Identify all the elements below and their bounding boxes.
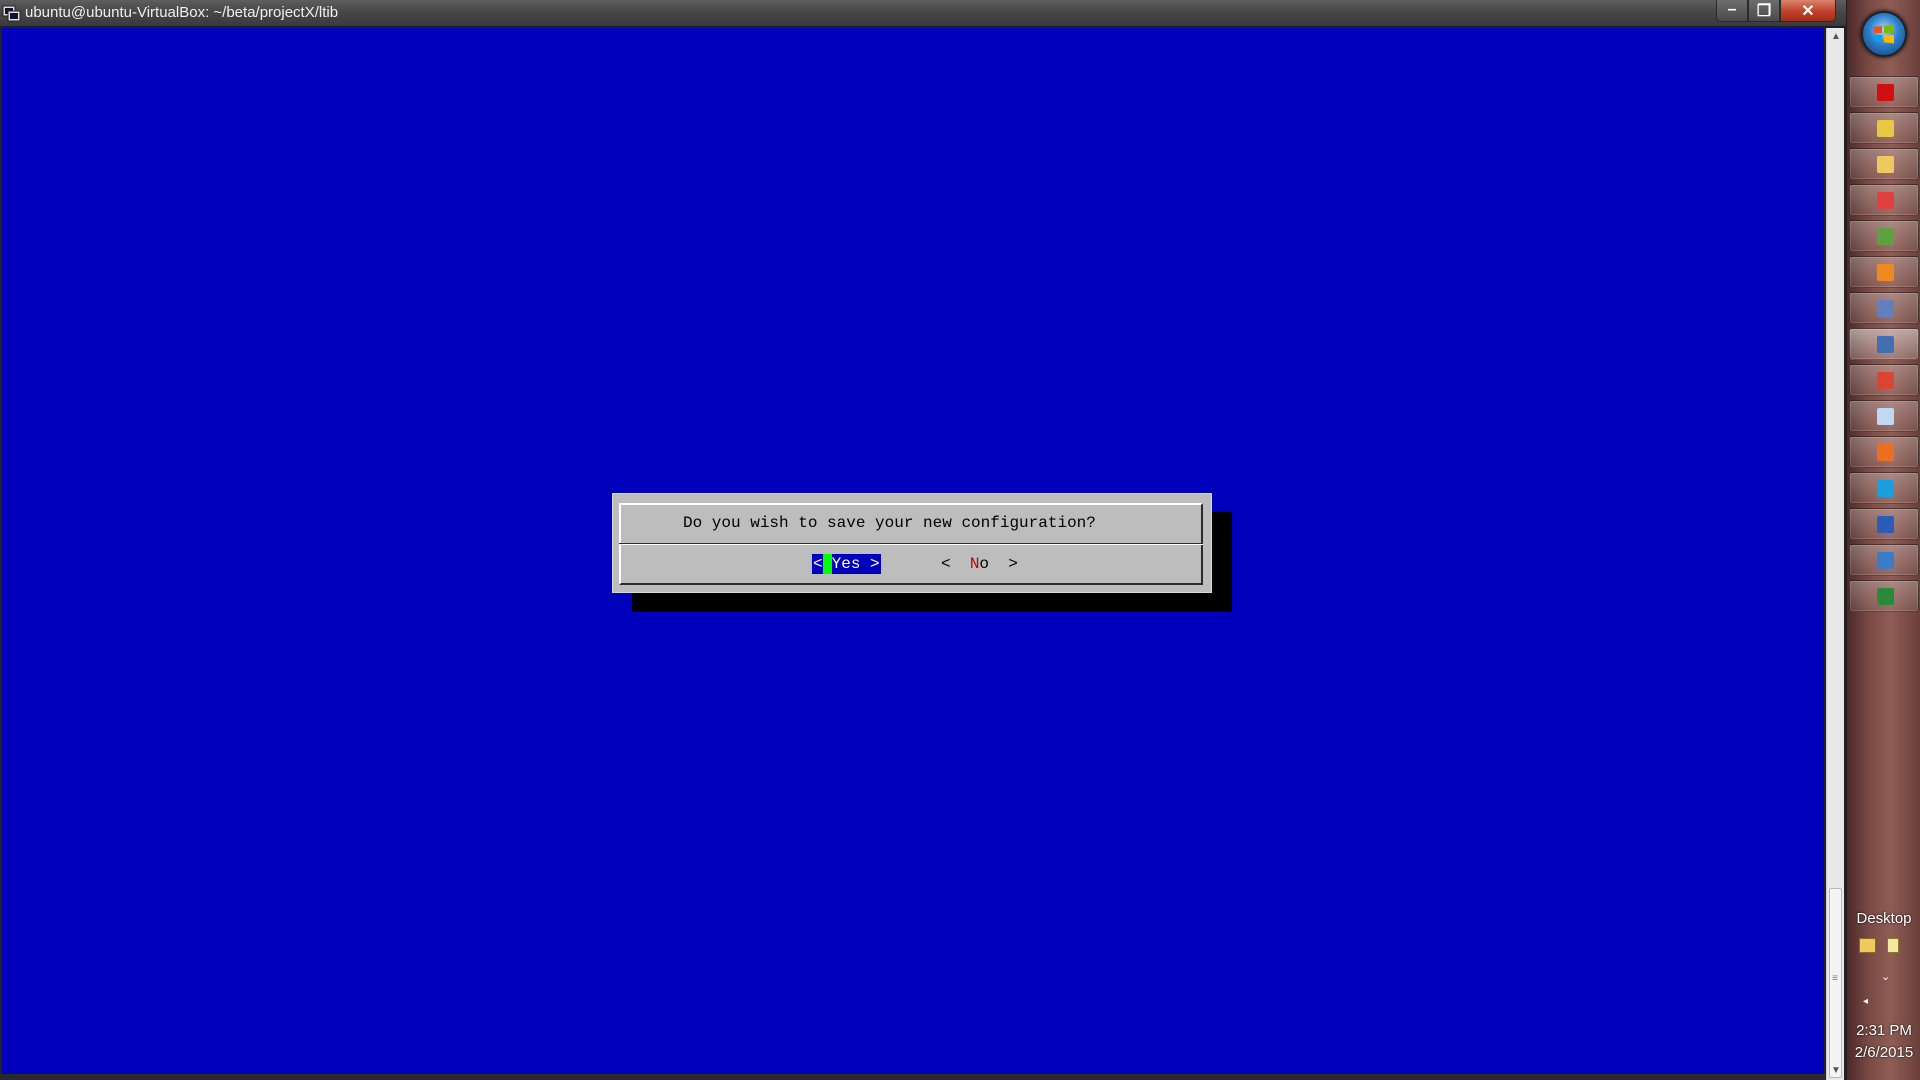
- start-button[interactable]: [1861, 11, 1907, 57]
- excel-icon: [1877, 588, 1894, 605]
- tray-expand-arrow[interactable]: ◂: [1863, 996, 1868, 1007]
- dialog-divider: [619, 543, 1203, 545]
- terminal-window: ubuntu@ubuntu-VirtualBox: ~/beta/project…: [0, 0, 1846, 1080]
- taskbar-button-chrome[interactable]: [1849, 364, 1919, 396]
- show-hidden-icons[interactable]: ⌄: [1881, 970, 1890, 983]
- taskbar-button-remote-desktop[interactable]: [1849, 544, 1919, 576]
- document-icon: [1877, 408, 1894, 425]
- no-hotkey: N: [969, 555, 980, 573]
- taskbar-button-document[interactable]: [1849, 400, 1919, 432]
- no-right-bracket: >: [989, 555, 1018, 573]
- taskbar-button-putty[interactable]: [1849, 328, 1919, 360]
- notes-tray-icon[interactable]: [1887, 938, 1899, 953]
- taskbar-button-word[interactable]: [1849, 508, 1919, 540]
- desktop-toolbar-label[interactable]: Desktop: [1847, 910, 1920, 927]
- close-icon: ✕: [1801, 3, 1815, 20]
- close-button[interactable]: ✕: [1780, 0, 1836, 22]
- minimize-icon: –: [1727, 1, 1737, 18]
- window-bottom-border: [0, 1074, 1826, 1080]
- taskbar-button-outlook[interactable]: [1849, 256, 1919, 288]
- putty-app-icon[interactable]: [2, 4, 21, 22]
- taskbar-button-skype[interactable]: [1849, 472, 1919, 504]
- taskbar-button-calculator[interactable]: [1849, 184, 1919, 216]
- taskbar-button-explorer[interactable]: [1849, 148, 1919, 180]
- image-viewer-icon: [1877, 228, 1894, 245]
- dialog-message: Do you wish to save your new configurati…: [683, 514, 1096, 532]
- scroll-down-arrow[interactable]: ▼: [1827, 1062, 1845, 1080]
- vertical-scrollbar[interactable]: ▲ ≡ ▼: [1826, 28, 1844, 1080]
- skype-icon: [1877, 480, 1894, 497]
- firefox-icon: [1877, 444, 1894, 461]
- clock-date[interactable]: 2/6/2015: [1847, 1044, 1920, 1061]
- title-bar[interactable]: ubuntu@ubuntu-VirtualBox: ~/beta/project…: [0, 0, 1846, 27]
- taskbar: Desktop ⌄ ◂ 2:31 PM 2/6/2015: [1846, 0, 1920, 1080]
- adobe-reader-icon: [1877, 84, 1894, 101]
- calculator-icon: [1877, 192, 1894, 209]
- text-cursor: [822, 554, 832, 574]
- window-title: ubuntu@ubuntu-VirtualBox: ~/beta/project…: [25, 4, 339, 21]
- no-button[interactable]: < No >: [941, 554, 1018, 574]
- putty-icon: [1877, 336, 1894, 353]
- clock-time[interactable]: 2:31 PM: [1847, 1022, 1920, 1039]
- yes-left-bracket: <: [813, 555, 823, 573]
- folder-tray-icon[interactable]: [1859, 938, 1876, 953]
- no-left-bracket: <: [941, 555, 970, 573]
- taskbar-button-image-viewer[interactable]: [1849, 220, 1919, 252]
- yes-label: Yes >: [831, 555, 880, 573]
- remote-desktop-icon: [1877, 552, 1894, 569]
- explorer-icon: [1877, 156, 1894, 173]
- outlook-icon: [1877, 264, 1894, 281]
- chrome-icon: [1877, 372, 1894, 389]
- grip-icon: ≡: [1832, 973, 1838, 984]
- save-config-dialog: Do you wish to save your new configurati…: [612, 493, 1212, 593]
- taskbar-button-adobe-reader[interactable]: [1849, 76, 1919, 108]
- maximize-icon: ❐: [1756, 3, 1772, 20]
- no-label-rest: o: [979, 555, 990, 573]
- word-icon: [1877, 516, 1894, 533]
- scroll-thumb[interactable]: ≡: [1829, 888, 1842, 1078]
- taskbar-button-virtualbox[interactable]: [1849, 292, 1919, 324]
- windows-logo-icon: [1874, 24, 1894, 44]
- taskbar-button-notes[interactable]: [1849, 112, 1919, 144]
- maximize-button[interactable]: ❐: [1748, 0, 1780, 22]
- scroll-up-arrow[interactable]: ▲: [1827, 28, 1845, 46]
- taskbar-button-firefox[interactable]: [1849, 436, 1919, 468]
- minimize-button[interactable]: –: [1716, 0, 1748, 22]
- yes-button[interactable]: < Yes >: [812, 554, 881, 574]
- taskbar-button-excel[interactable]: [1849, 580, 1919, 612]
- virtualbox-icon: [1877, 300, 1894, 317]
- notes-icon: [1877, 120, 1894, 137]
